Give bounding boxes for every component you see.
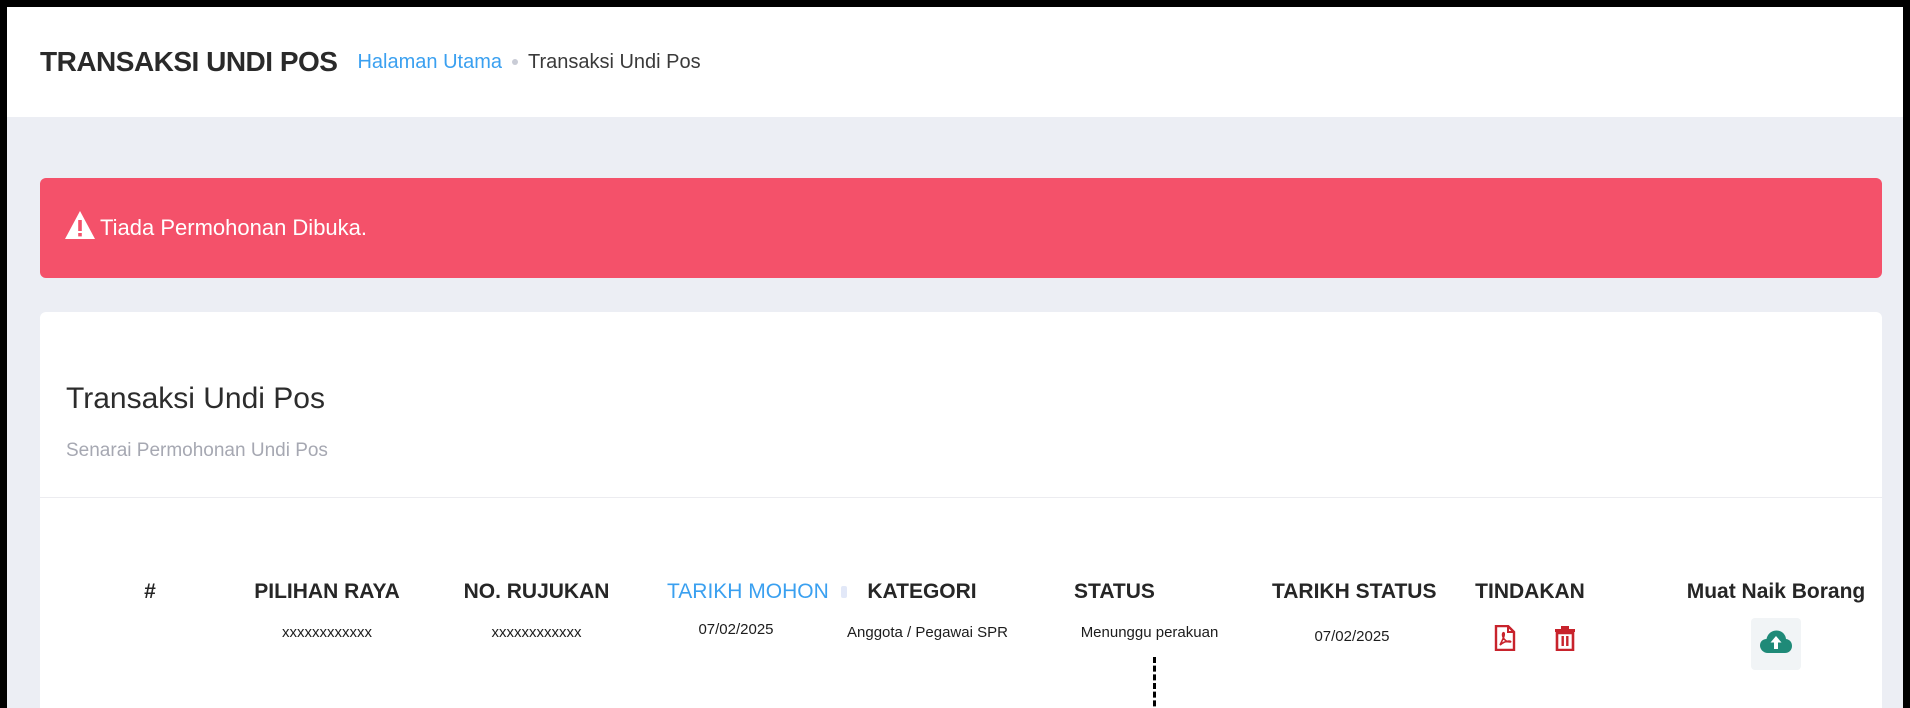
card-subtitle: Senarai Permohonan Undi Pos: [66, 440, 328, 461]
trash-icon[interactable]: [1554, 625, 1576, 656]
upload-form-button[interactable]: [1751, 618, 1801, 670]
col-tarikh-mohon[interactable]: TARIKH MOHON: [667, 580, 847, 604]
cell-tarikh-status: 07/02/2025: [1314, 628, 1390, 645]
breadcrumb-current: Transaksi Undi Pos: [527, 50, 701, 73]
cell-status: Menunggu perakuan: [1080, 624, 1219, 641]
col-kategori: KATEGORI: [867, 580, 977, 603]
card-divider: [40, 497, 1882, 498]
sort-icon: [840, 586, 847, 599]
warning-icon: [64, 209, 96, 247]
col-status: STATUS: [1074, 580, 1155, 603]
col-tindakan: TINDAKAN: [1475, 580, 1585, 603]
transactions-card: Transaksi Undi Pos Senarai Permohonan Un…: [40, 312, 1882, 708]
cell-kategori: Anggota / Pegawai SPR: [847, 624, 1008, 641]
col-number: #: [144, 580, 156, 603]
col-no-rujukan: NO. RUJUKAN: [463, 580, 610, 603]
card-title: Transaksi Undi Pos: [66, 382, 325, 415]
alert-banner: Tiada Permohonan Dibuka.: [40, 178, 1882, 278]
app-frame: TRANSAKSI UNDI POS Halaman Utama Transak…: [0, 0, 1910, 708]
pdf-icon[interactable]: [1494, 624, 1516, 656]
dashed-marker-line: [1153, 657, 1156, 708]
breadcrumb-home-link[interactable]: Halaman Utama: [357, 51, 502, 74]
breadcrumb-separator: [511, 59, 518, 65]
alert-message: Tiada Permohonan Dibuka.: [100, 215, 368, 240]
col-tarikh-status: TARIKH STATUS: [1272, 580, 1437, 603]
cell-no-rujukan: xxxxxxxxxxxx: [491, 624, 582, 641]
cloud-upload-icon: [1759, 629, 1793, 660]
cell-pilihan-raya: xxxxxxxxxxxx: [282, 624, 372, 641]
col-pilihan-raya: PILIHAN RAYA: [254, 580, 400, 603]
page-header: TRANSAKSI UNDI POS Halaman Utama Transak…: [7, 7, 1903, 117]
cell-tarikh-mohon: 07/02/2025: [698, 621, 774, 638]
page-title: TRANSAKSI UNDI POS: [40, 46, 338, 77]
col-muat-naik-borang: Muat Naik Borang: [1686, 580, 1866, 603]
col-tarikh-mohon-label: TARIKH MOHON: [667, 580, 829, 603]
